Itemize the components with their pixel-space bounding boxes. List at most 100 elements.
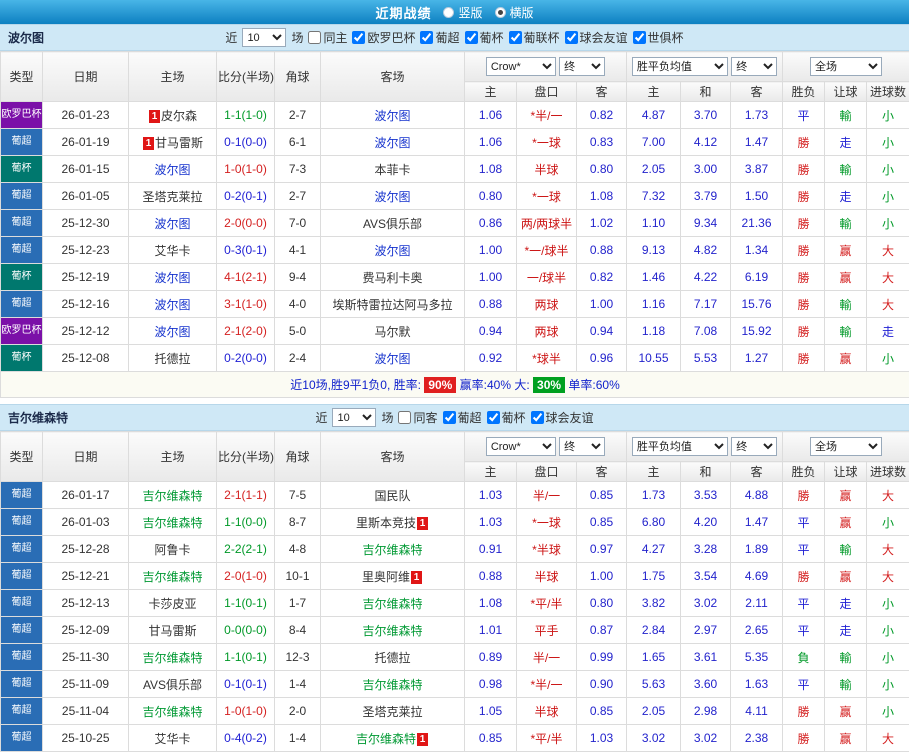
scope-select[interactable]: 全场 — [810, 57, 883, 76]
home-team[interactable]: 波尔图 — [128, 317, 217, 345]
same-venue-checkbox[interactable] — [308, 31, 322, 44]
col-date: 日期 — [42, 51, 129, 102]
home-team[interactable]: 卡莎皮亚 — [128, 589, 217, 617]
layout-horizontal-radio[interactable]: 横版 — [494, 4, 534, 21]
home-team[interactable]: 波尔图 — [128, 155, 217, 183]
red-card-badge: 1 — [417, 732, 428, 746]
avg-draw-odds: 3.00 — [680, 155, 731, 183]
away-team[interactable]: 吉尔维森特 1 — [320, 724, 465, 752]
away-team[interactable]: AVS俱乐部 — [320, 209, 465, 237]
away-team[interactable]: 波尔图 — [320, 128, 465, 156]
home-team[interactable]: 1 甘马雷斯 — [128, 128, 217, 156]
away-team[interactable]: 里奥阿维 1 — [320, 562, 465, 590]
away-team[interactable]: 埃斯特雷拉达阿马多拉 — [320, 290, 465, 318]
odds-handicap: *平/半 — [516, 589, 577, 617]
match-date: 25-10-25 — [42, 724, 129, 752]
odds-away: 0.82 — [576, 101, 627, 129]
bookmaker-select[interactable]: Crow* — [485, 437, 556, 456]
league-checkbox[interactable] — [352, 31, 366, 44]
home-team[interactable]: 艾华卡 — [128, 724, 217, 752]
away-team[interactable]: 吉尔维森特 — [320, 616, 465, 644]
odds-handicap: 两球 — [516, 290, 577, 318]
league-checkbox[interactable] — [508, 31, 522, 44]
recent-count-select[interactable]: 10 — [242, 28, 287, 47]
home-team[interactable]: 吉尔维森特 — [128, 481, 217, 509]
odds-away: 1.00 — [576, 290, 627, 318]
league-checkbox[interactable] — [530, 411, 544, 424]
avg-final-select[interactable]: 终 — [731, 57, 778, 76]
team-name: 吉尔维森特 — [362, 623, 423, 638]
away-team[interactable]: 本菲卡 — [320, 155, 465, 183]
home-team[interactable]: 甘马雷斯 — [128, 616, 217, 644]
away-team[interactable]: 费马利卡奥 — [320, 263, 465, 291]
league-checkbox[interactable] — [420, 31, 434, 44]
away-team[interactable]: 波尔图 — [320, 236, 465, 264]
league-filter[interactable]: 葡超 — [442, 409, 482, 426]
league-checkbox[interactable] — [486, 411, 500, 424]
home-team[interactable]: 波尔图 — [128, 209, 217, 237]
same-venue-checkbox[interactable] — [398, 411, 412, 424]
avg-draw-odds: 4.20 — [680, 508, 731, 536]
avg-odds-select[interactable]: 胜平负均值 — [631, 57, 728, 76]
league-filter[interactable]: 欧罗巴杯 — [352, 29, 415, 46]
away-team[interactable]: 吉尔维森特 — [320, 535, 465, 563]
result-goals: 走 — [866, 317, 909, 345]
away-team[interactable]: 圣塔克莱拉 — [320, 697, 465, 725]
radio-icon[interactable] — [494, 6, 506, 18]
avg-draw-odds: 4.82 — [680, 236, 731, 264]
league-filter[interactable]: 葡杯 — [464, 29, 504, 46]
layout-vertical-radio[interactable]: 竖版 — [443, 4, 483, 21]
odds-final-select[interactable]: 终 — [559, 57, 606, 76]
home-team[interactable]: 波尔图 — [128, 263, 217, 291]
league-checkbox[interactable] — [442, 411, 456, 424]
home-team[interactable]: 吉尔维森特 — [128, 508, 217, 536]
home-team[interactable]: AVS俱乐部 — [128, 670, 217, 698]
home-team[interactable]: 波尔图 — [128, 290, 217, 318]
result-wdl: 勝 — [782, 697, 826, 725]
bookmaker-select[interactable]: Crow* — [485, 57, 556, 76]
home-team[interactable]: 吉尔维森特 — [128, 697, 217, 725]
odds-away: 0.85 — [576, 508, 627, 536]
home-team[interactable]: 艾华卡 — [128, 236, 217, 264]
avg-draw-odds: 4.22 — [680, 263, 731, 291]
league-filter[interactable]: 球会友谊 — [530, 409, 594, 426]
away-team[interactable]: 波尔图 — [320, 344, 465, 372]
scope-select[interactable]: 全场 — [810, 437, 883, 456]
away-team[interactable]: 国民队 — [320, 481, 465, 509]
scope-select-cell: 全场 — [782, 51, 909, 82]
home-team[interactable]: 托德拉 — [128, 344, 217, 372]
recent-count-select[interactable]: 10 — [332, 408, 377, 427]
same-venue-filter[interactable]: 同客 — [398, 409, 438, 426]
radio-icon[interactable] — [443, 6, 455, 18]
league-filter[interactable]: 葡联杯 — [508, 29, 560, 46]
section-header: 波尔图 近 10 场 同主 欧罗巴杯 葡超 葡杯 葡联杯 球会友谊 世俱杯 — [0, 24, 909, 51]
away-team[interactable]: 波尔图 — [320, 182, 465, 210]
home-team[interactable]: 阿鲁卡 — [128, 535, 217, 563]
league-checkbox[interactable] — [464, 31, 478, 44]
league-checkbox[interactable] — [564, 31, 578, 44]
away-team[interactable]: 里斯本竞技 1 — [320, 508, 465, 536]
home-team[interactable]: 1 皮尔森 — [128, 101, 217, 129]
league-filter[interactable]: 世俱杯 — [632, 29, 684, 46]
away-team[interactable]: 托德拉 — [320, 643, 465, 671]
home-team[interactable]: 吉尔维森特 — [128, 643, 217, 671]
home-team[interactable]: 吉尔维森特 — [128, 562, 217, 590]
away-team[interactable]: 吉尔维森特 — [320, 589, 465, 617]
avg-odds-select[interactable]: 胜平负均值 — [631, 437, 728, 456]
match-date: 26-01-17 — [42, 481, 129, 509]
league-filter[interactable]: 葡杯 — [486, 409, 526, 426]
away-team[interactable]: 马尔默 — [320, 317, 465, 345]
away-team[interactable]: 波尔图 — [320, 101, 465, 129]
result-goals: 小 — [866, 508, 909, 536]
odds-handicap: *半/一 — [516, 670, 577, 698]
league-checkbox[interactable] — [632, 31, 646, 44]
away-team[interactable]: 吉尔维森特 — [320, 670, 465, 698]
home-team[interactable]: 圣塔克莱拉 — [128, 182, 217, 210]
league-filter[interactable]: 球会友谊 — [564, 29, 628, 46]
league-filter[interactable]: 葡超 — [420, 29, 460, 46]
same-venue-filter[interactable]: 同主 — [308, 29, 347, 46]
league-label: 球会友谊 — [545, 411, 594, 425]
odds-final-select[interactable]: 终 — [559, 437, 606, 456]
match-score: 1-0(1-0) — [216, 697, 275, 725]
avg-final-select[interactable]: 终 — [731, 437, 778, 456]
